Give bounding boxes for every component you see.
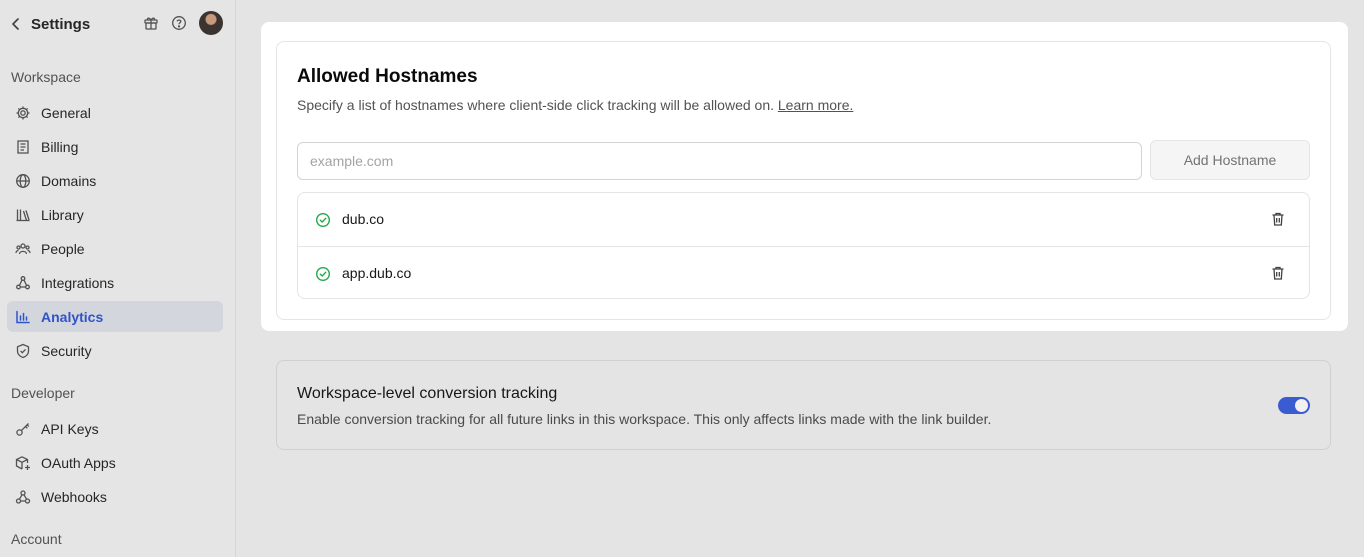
sidebar-item-label: General: [41, 104, 91, 121]
allowed-hostnames-card: Allowed Hostnames Specify a list of host…: [276, 41, 1331, 320]
check-circle-icon: [315, 212, 331, 228]
gift-icon: [144, 17, 158, 30]
people-icon: [15, 241, 31, 257]
sidebar-item-webhooks[interactable]: Webhooks: [7, 481, 223, 512]
shield-icon: [15, 343, 31, 359]
check-circle-icon: [315, 266, 331, 282]
modal-description-text: Specify a list of hostnames where client…: [297, 97, 774, 113]
hostname-text: app.dub.co: [342, 265, 412, 281]
hostname-text: dub.co: [342, 211, 385, 227]
sidebar-item-label: Library: [41, 206, 84, 223]
sidebar-item-label: Analytics: [41, 308, 104, 325]
sidebar-item-label: API Keys: [41, 420, 99, 437]
chevron-left-icon: [12, 18, 19, 30]
hostname-input[interactable]: [297, 142, 1142, 180]
cube-plus-icon: [15, 455, 31, 471]
sidebar-item-label: Integrations: [41, 274, 115, 291]
hostname-row: app.dub.co: [298, 246, 1309, 299]
sidebar-item-label: Billing: [41, 138, 79, 155]
section-label-workspace: Workspace: [11, 69, 81, 85]
conversion-title: Workspace-level conversion tracking: [297, 385, 558, 402]
sidebar-item-label: Webhooks: [41, 488, 107, 505]
sidebar-item-domains[interactable]: Domains: [7, 165, 223, 196]
trash-icon[interactable]: [1270, 211, 1286, 227]
sidebar-item-api-keys[interactable]: API Keys: [7, 413, 223, 444]
help-button[interactable]: [169, 13, 189, 33]
conversion-tracking-card: Workspace-level conversion tracking Enab…: [276, 360, 1331, 450]
modal-title: Allowed Hostnames: [297, 66, 478, 87]
back-button[interactable]: [6, 12, 26, 36]
globe-icon: [15, 173, 31, 189]
sidebar-item-billing[interactable]: Billing: [7, 131, 223, 162]
sidebar-item-analytics[interactable]: Analytics: [7, 301, 223, 332]
sidebar-item-security[interactable]: Security: [7, 335, 223, 366]
key-icon: [15, 421, 31, 437]
trash-icon[interactable]: [1270, 265, 1286, 281]
section-label-account: Account: [11, 531, 62, 547]
conversion-description: Enable conversion tracking for all futur…: [297, 411, 992, 427]
help-icon: [172, 16, 186, 30]
sidebar-item-general[interactable]: General: [7, 97, 223, 128]
conversion-toggle[interactable]: [1278, 397, 1310, 414]
add-hostname-button[interactable]: Add Hostname: [1150, 140, 1310, 180]
avatar[interactable]: [199, 11, 223, 35]
sidebar-title: Settings: [31, 16, 91, 33]
receipt-icon: [15, 139, 31, 155]
learn-more-link[interactable]: Learn more.: [778, 97, 853, 113]
allowed-hostnames-modal: Allowed Hostnames Specify a list of host…: [261, 22, 1348, 331]
sidebar-item-library[interactable]: Library: [7, 199, 223, 230]
sidebar: Settings Workspace General Billing Domai…: [0, 0, 236, 557]
sidebar-item-oauth-apps[interactable]: OAuth Apps: [7, 447, 223, 478]
sidebar-item-label: People: [41, 240, 85, 257]
sidebar-item-integrations[interactable]: Integrations: [7, 267, 223, 298]
sidebar-item-label: Domains: [41, 172, 97, 189]
webhook-icon: [15, 489, 31, 505]
hostname-list: dub.co app.dub.co: [297, 192, 1310, 299]
modal-description: Specify a list of hostnames where client…: [297, 97, 853, 113]
integrations-icon: [15, 275, 31, 291]
library-icon: [15, 207, 31, 223]
sidebar-item-label: Security: [41, 342, 92, 359]
toggle-knob: [1295, 399, 1308, 412]
gift-button[interactable]: [141, 13, 161, 33]
analytics-icon: [15, 309, 31, 325]
sidebar-header: Settings: [0, 0, 236, 48]
sidebar-item-people[interactable]: People: [7, 233, 223, 264]
section-label-developer: Developer: [11, 385, 75, 401]
hostname-row: dub.co: [298, 193, 1309, 246]
sidebar-item-label: OAuth Apps: [41, 454, 116, 471]
gear-icon: [15, 105, 31, 121]
